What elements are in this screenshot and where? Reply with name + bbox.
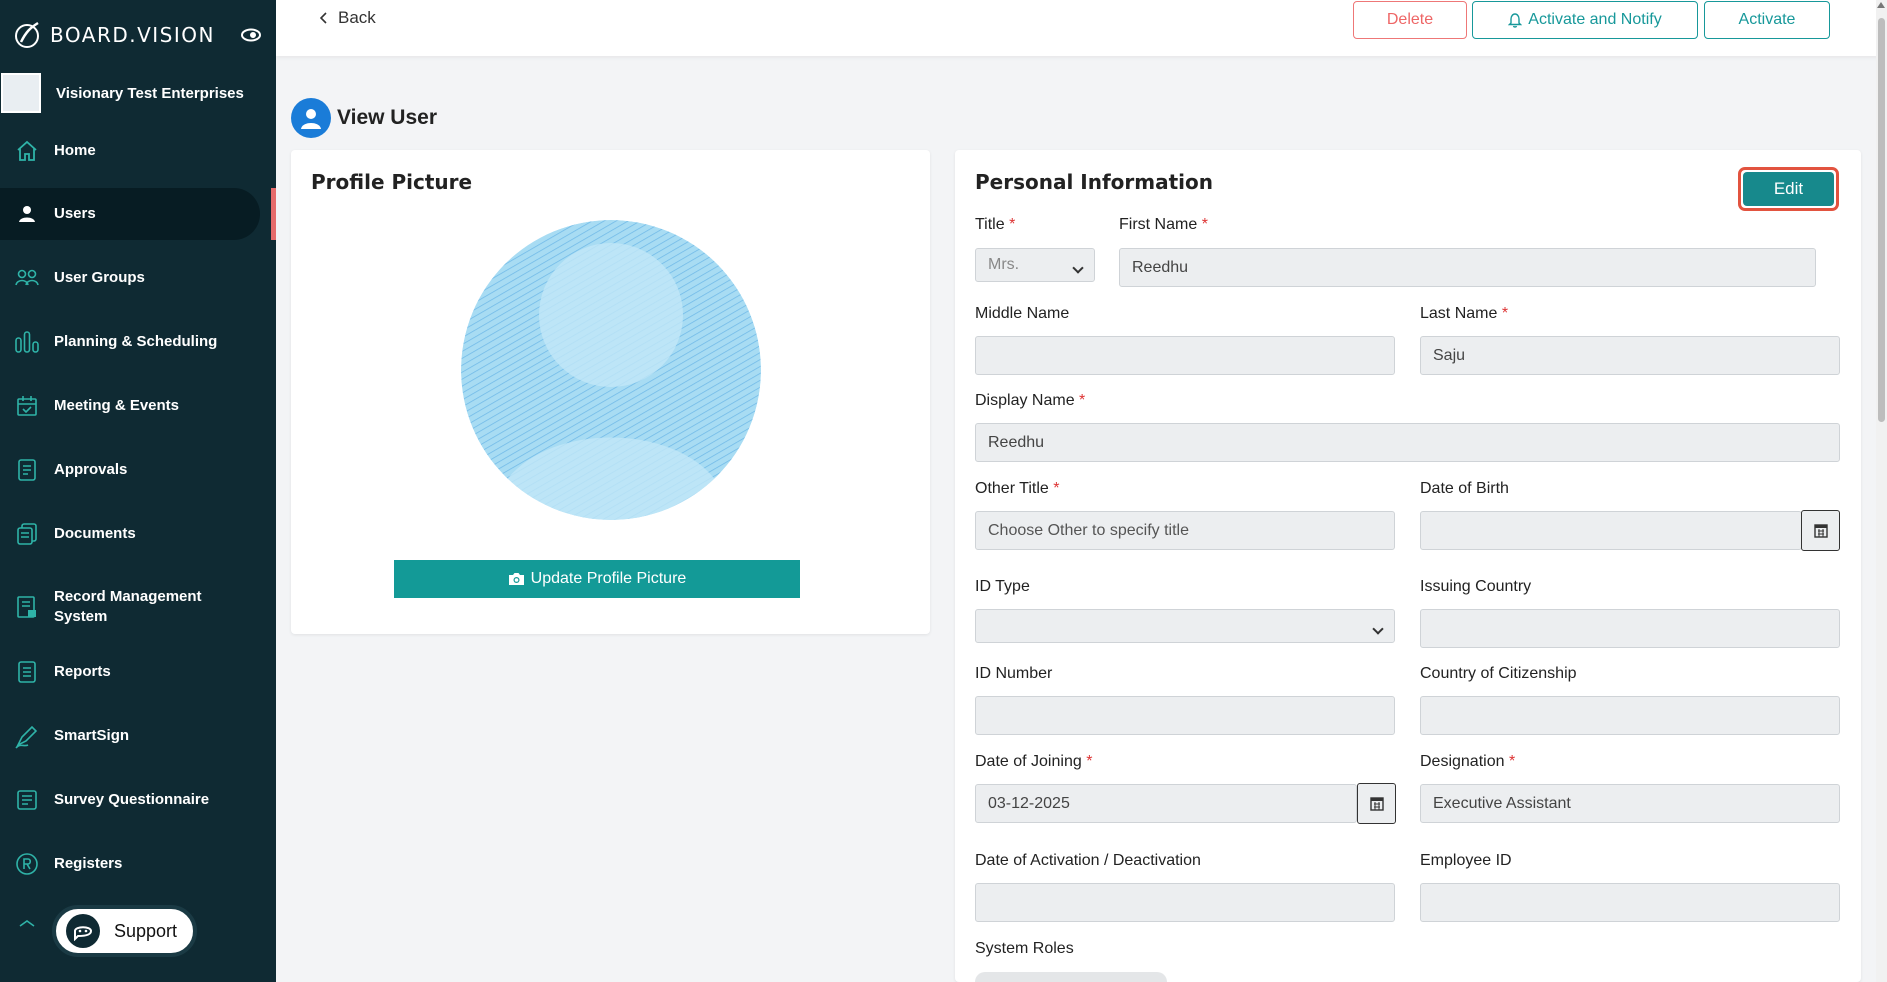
top-bar: Back Delete Activate and Notify Activate (276, 0, 1887, 56)
chart-bars-icon (14, 329, 40, 355)
activation-field[interactable] (975, 883, 1395, 922)
calendar-icon (1369, 797, 1384, 811)
dob-calendar-button[interactable] (1801, 510, 1840, 551)
documents-icon (14, 521, 40, 547)
update-profile-picture-button[interactable]: Update Profile Picture (394, 560, 800, 598)
last-name-field[interactable]: Saju (1420, 336, 1840, 375)
system-role-chip (975, 972, 1167, 982)
sidebar-item-approvals[interactable]: Approvals (0, 444, 276, 496)
joining-label: Date of Joining * (975, 753, 1093, 770)
activate-button[interactable]: Activate (1704, 1, 1830, 39)
id-number-label: ID Number (975, 665, 1053, 682)
other-title-field[interactable]: Choose Other to specify title (975, 511, 1395, 550)
display-name-label: Display Name * (975, 392, 1086, 409)
designation-field[interactable]: Executive Assistant (1420, 784, 1840, 823)
support-label: Support (114, 920, 178, 941)
support-button[interactable]: Support (52, 905, 197, 957)
citizenship-label: Country of Citizenship (1420, 665, 1577, 682)
personal-card-title: Personal Information (975, 170, 1213, 194)
org-name: Visionary Test Enterprises (56, 84, 244, 102)
page-scrollbar[interactable] (1876, 0, 1887, 982)
title-label: Title * (975, 216, 1016, 233)
eye-toggle-icon[interactable] (240, 27, 262, 43)
dob-field[interactable] (1420, 511, 1802, 550)
calendar-check-icon (14, 393, 40, 419)
activate-and-notify-button[interactable]: Activate and Notify (1472, 1, 1698, 39)
chevron-left-icon (320, 12, 327, 24)
scroll-up-arrow[interactable] (1877, 2, 1885, 8)
sidebar-item-documents[interactable]: Documents (0, 508, 276, 560)
other-title-label: Other Title * (975, 480, 1060, 497)
system-roles-label: System Roles (975, 940, 1074, 957)
user-groups-icon (14, 265, 40, 291)
sidebar-item-registers[interactable]: Registers (0, 838, 276, 890)
sidebar-item-smartsign[interactable]: SmartSign (0, 710, 276, 762)
user-circle-icon (291, 98, 331, 138)
first-name-label: First Name * (1119, 216, 1208, 233)
approvals-icon (14, 457, 40, 483)
record-management-icon (14, 594, 40, 620)
avatar (461, 220, 761, 520)
brand-logo-icon (15, 21, 39, 48)
sidebar-item-user-groups[interactable]: User Groups (0, 252, 276, 304)
chevron-up-icon[interactable] (18, 918, 36, 928)
survey-icon (14, 787, 40, 813)
id-type-select[interactable] (975, 609, 1395, 643)
registered-icon (14, 851, 40, 877)
joining-calendar-button[interactable] (1357, 783, 1396, 824)
page-header: View User (291, 98, 437, 138)
employee-id-field[interactable] (1420, 883, 1840, 922)
bell-icon (1508, 13, 1523, 28)
title-select[interactable]: Mrs. (975, 248, 1095, 282)
edit-button[interactable]: Edit (1738, 167, 1839, 211)
issuing-country-label: Issuing Country (1420, 578, 1532, 595)
dob-label: Date of Birth (1420, 480, 1509, 497)
user-icon (14, 201, 40, 227)
id-type-label: ID Type (975, 578, 1030, 595)
middle-name-label: Middle Name (975, 305, 1070, 322)
profile-card-title: Profile Picture (311, 170, 473, 194)
reports-icon (14, 659, 40, 685)
middle-name-field[interactable] (975, 336, 1395, 375)
joining-field[interactable]: 03-12-2025 (975, 784, 1357, 823)
org-logo (1, 73, 41, 113)
display-name-field[interactable]: Reedhu (975, 423, 1840, 462)
designation-label: Designation * (1420, 753, 1516, 770)
first-name-field[interactable]: Reedhu (1119, 248, 1816, 287)
chat-support-icon (66, 914, 100, 948)
personal-information-card: Personal Information Edit Title * Mrs. F… (955, 150, 1861, 982)
last-name-label: Last Name * (1420, 305, 1509, 322)
home-icon (14, 138, 40, 164)
sidebar-item-reports[interactable]: Reports (0, 646, 276, 698)
scroll-thumb[interactable] (1878, 18, 1885, 422)
issuing-country-field[interactable] (1420, 609, 1840, 648)
pen-icon (14, 723, 40, 749)
sidebar-item-users[interactable]: Users (0, 188, 276, 240)
profile-picture-card: Profile Picture Update Profile Picture (291, 150, 930, 634)
sidebar-item-planning[interactable]: Planning & Scheduling (0, 316, 276, 368)
delete-button[interactable]: Delete (1353, 1, 1467, 39)
brand[interactable]: BOARD.VISION (12, 18, 215, 52)
calendar-icon (1813, 524, 1828, 538)
employee-id-label: Employee ID (1420, 852, 1512, 869)
camera-icon (508, 573, 524, 585)
organization[interactable]: Visionary Test Enterprises (0, 71, 276, 115)
back-button[interactable]: Back (320, 8, 376, 28)
page-title: View User (337, 106, 438, 129)
sidebar-item-survey[interactable]: Survey Questionnaire (0, 774, 276, 826)
brand-name: BOARD.VISION (50, 23, 215, 47)
activation-label: Date of Activation / Deactivation (975, 852, 1201, 869)
sidebar-item-home[interactable]: Home (0, 125, 276, 177)
sidebar-item-record-management[interactable]: Record Management System (0, 577, 276, 637)
active-marker (271, 188, 276, 240)
sidebar: BOARD.VISION Visionary Test Enterprises … (0, 0, 276, 982)
id-number-field[interactable] (975, 696, 1395, 735)
sidebar-item-meetings[interactable]: Meeting & Events (0, 380, 276, 432)
citizenship-field[interactable] (1420, 696, 1840, 735)
